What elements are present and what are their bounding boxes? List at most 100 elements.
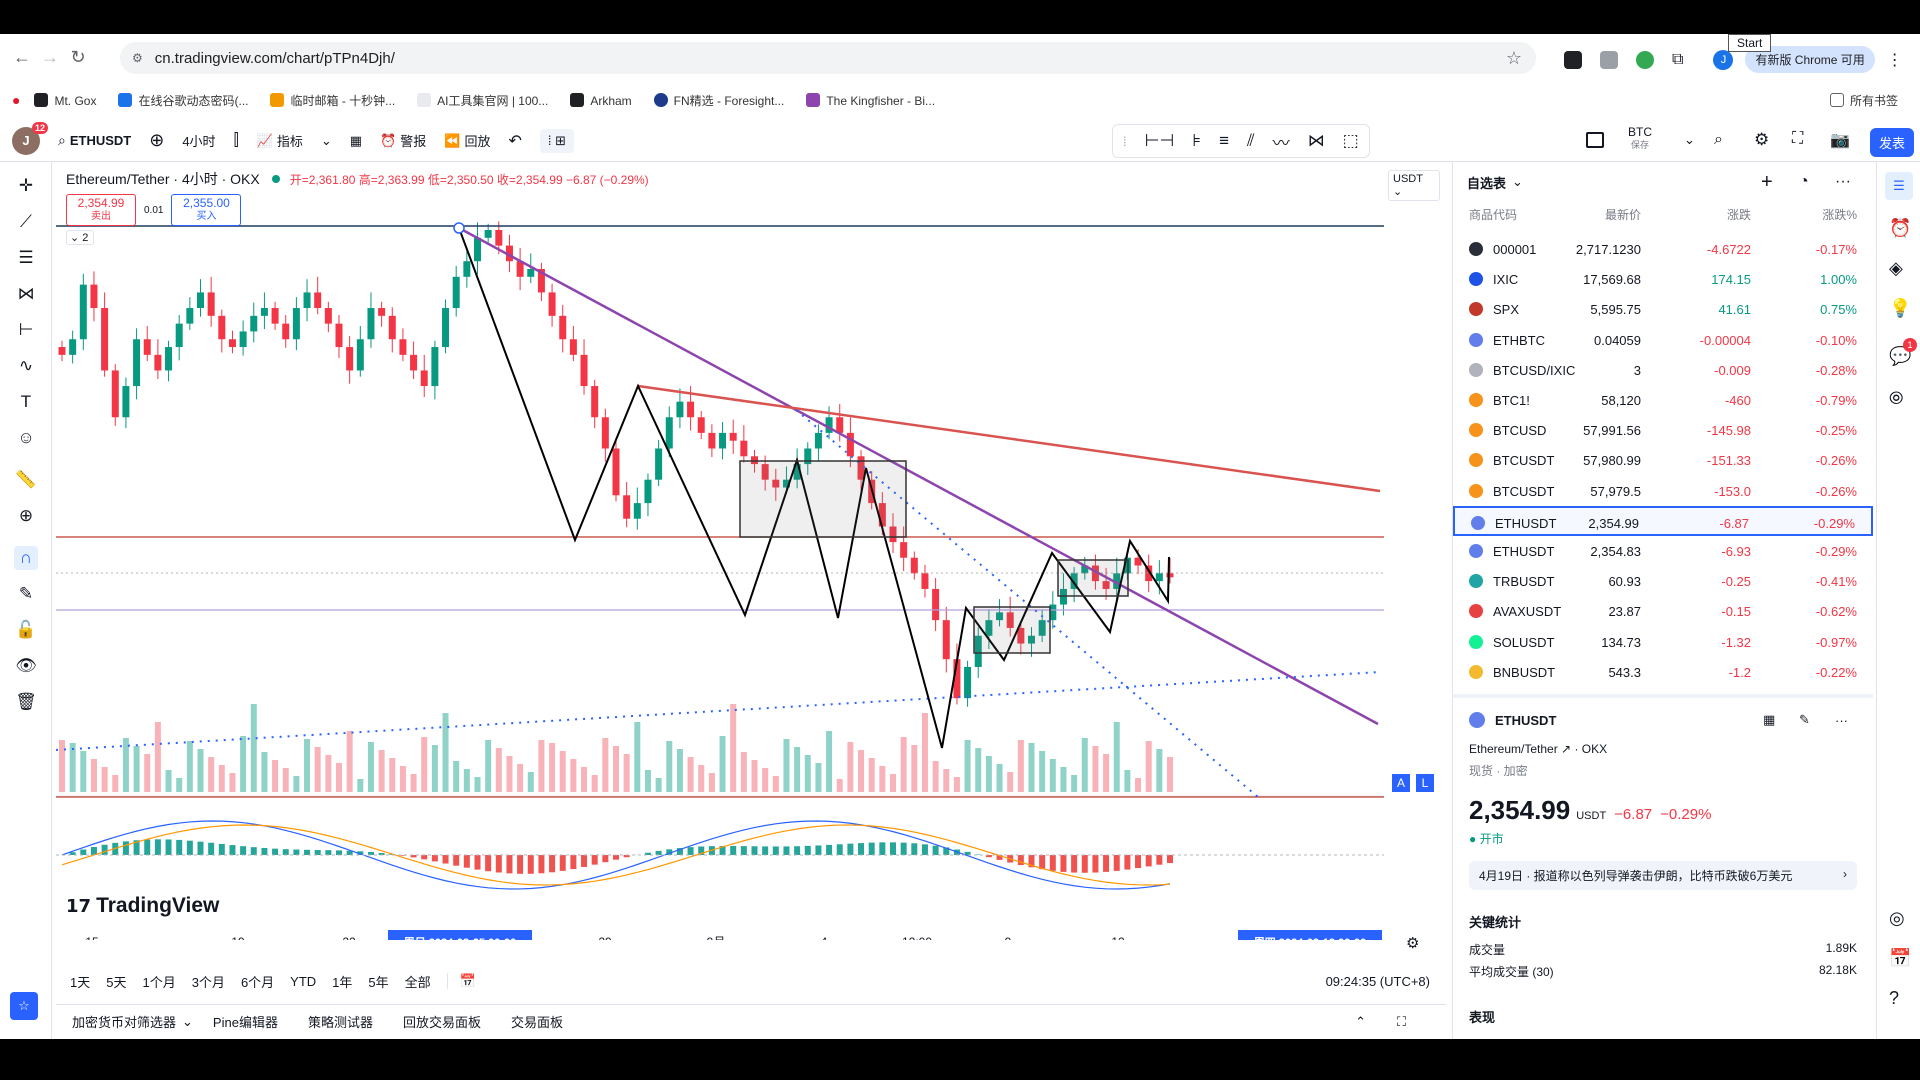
range-1m[interactable]: 1个月 [142, 972, 175, 991]
search-icon[interactable]: ⌕ [58, 132, 66, 149]
pattern-tool-icon[interactable]: ⋈ [1308, 131, 1325, 151]
zoom-in-icon[interactable]: ⊕ [0, 498, 52, 534]
layers-icon[interactable]: ◈ [1889, 258, 1903, 279]
bookmark-item[interactable]: Arkham [570, 92, 632, 108]
chevron-down-icon[interactable]: ⌄ [1512, 174, 1523, 190]
more-icon[interactable]: ··· [1835, 173, 1851, 191]
watchlist-row[interactable]: BNBUSDT 543.3 -1.2 -0.22% [1453, 657, 1873, 687]
elliott-wave-icon[interactable]: 〰 [1273, 129, 1290, 154]
watchlist-row[interactable]: 000001 2,717.1230 -4.6722 -0.17% [1453, 234, 1873, 264]
eye-icon[interactable]: 👁 [0, 648, 52, 684]
scale-mode-l[interactable]: L [1416, 774, 1434, 792]
puzzle-icon[interactable]: ⧉ [1672, 51, 1683, 69]
range-1d[interactable]: 1天 [70, 972, 90, 991]
calendar-icon[interactable]: 📅 [1889, 948, 1911, 969]
collapse-legend-button[interactable]: ⌄ 2 [66, 230, 94, 245]
pattern-icon[interactable]: ⋈ [0, 276, 52, 312]
text-icon[interactable]: T [0, 384, 52, 420]
scale-mode-a[interactable]: A [1392, 774, 1410, 792]
trendline-icon[interactable]: ⟋ [0, 204, 52, 240]
trash-icon[interactable]: 🗑 [0, 684, 52, 720]
watchlist-row[interactable]: AVAXUSDT 23.87 -0.15 -0.62% [1453, 596, 1873, 626]
magnet-icon[interactable]: ∩ [0, 540, 52, 576]
time-settings-icon[interactable]: ⚙ [1406, 934, 1419, 952]
details-symbol[interactable]: ETHUSDT [1495, 713, 1556, 728]
fib-tool-icon[interactable]: ≡ [1219, 131, 1229, 151]
rewind-icon[interactable]: ⏪ [444, 133, 460, 149]
bookmark-item[interactable]: FN精选 - Foresight... [653, 92, 784, 109]
price-chart[interactable]: 2,800.002,720.002,640.002,560.002,510.00… [56, 164, 1384, 940]
watchlist-row[interactable]: BTC1! 58,120 -460 -0.79% [1453, 385, 1873, 415]
quick-search-icon[interactable]: ⌕ [1714, 131, 1723, 149]
range-1y[interactable]: 1年 [332, 972, 352, 991]
idea-bulb-icon[interactable]: 💡 [1889, 298, 1911, 319]
range-5d[interactable]: 5天 [106, 972, 126, 991]
goto-date-icon[interactable]: 📅 [446, 973, 476, 989]
range-6m[interactable]: 6个月 [241, 972, 274, 991]
btc-save-button[interactable]: BTC 保存 [1628, 126, 1652, 152]
range-ytd[interactable]: YTD [290, 974, 316, 989]
tab-replay-trading[interactable]: 回放交易面板 [403, 1012, 481, 1031]
favorites-star-icon[interactable]: ☆ [10, 992, 38, 1020]
settings-icon[interactable]: ⚙ [1754, 130, 1769, 150]
range-3m[interactable]: 3个月 [192, 972, 225, 991]
clock[interactable]: 09:24:35 (UTC+8) [1326, 974, 1430, 989]
profile-avatar[interactable]: J [1713, 49, 1734, 70]
channel-tool-icon[interactable]: ⫽ [1247, 131, 1255, 151]
chevron-down-icon[interactable]: ⌄ [182, 1014, 193, 1030]
watchlist-row[interactable]: BTCUSD 57,991.56 -145.98 -0.25% [1453, 415, 1873, 445]
object-tree-icon[interactable]: ⁞ ⊞ [539, 128, 575, 153]
drag-handle-icon[interactable]: ⁞ [1123, 134, 1127, 149]
back-icon[interactable]: ← [8, 43, 36, 71]
range-5y[interactable]: 5年 [368, 972, 388, 991]
extension-icon[interactable] [1636, 50, 1654, 69]
lock-drawing-icon[interactable]: ✎ [0, 576, 52, 612]
crosshair-icon[interactable]: ✛ [0, 168, 52, 204]
watchlist-chart-icon[interactable]: ◔ [1799, 173, 1809, 191]
alert-button[interactable]: 警报 [400, 131, 426, 150]
bookmark-item[interactable]: 临时邮箱 - 十秒钟... [270, 92, 395, 109]
collapse-up-icon[interactable]: ⌃ [1355, 1014, 1366, 1030]
tab-crypto-screener[interactable]: 加密货币对筛选器 [72, 1012, 176, 1031]
fib-icon[interactable]: ☰ [0, 240, 52, 276]
site-info-icon[interactable]: ⚙ [132, 51, 143, 65]
buy-button[interactable]: 2,355.00 买入 [171, 194, 242, 226]
symbol-search[interactable]: ETHUSDT [70, 133, 131, 148]
fullscreen-icon[interactable]: ⛶ [1792, 130, 1803, 148]
chevron-down-icon[interactable]: ⌄ [1684, 132, 1695, 148]
watchlist-icon[interactable]: ☰ [1885, 172, 1913, 200]
symbol-title[interactable]: Ethereum/Tether · 4小时 · OKX [66, 169, 260, 189]
watchlist-row[interactable]: BTCUSDT 57,980.99 -151.33 -0.26% [1453, 445, 1873, 475]
watchlist-row[interactable]: TRBUSDT 60.93 -0.25 -0.41% [1453, 566, 1873, 596]
bookmark-star-icon[interactable]: ☆ [1506, 48, 1522, 69]
compare-plus-icon[interactable]: ⊕ [149, 130, 164, 151]
publish-button[interactable]: 发表 [1870, 128, 1915, 157]
bookmark-item[interactable]: The Kingfisher - Bi... [806, 92, 935, 108]
tab-pine-editor[interactable]: Pine编辑器 [213, 1012, 278, 1031]
news-banner[interactable]: 4月19日 · 报道称以色列导弹袭击伊朗，比特币跌破6万美元 › [1469, 861, 1857, 890]
candle-style-icon[interactable]: ⫿ [234, 132, 239, 150]
details-name[interactable]: Ethereum/Tether [1469, 742, 1558, 756]
add-symbol-icon[interactable]: + [1761, 171, 1773, 194]
brush-icon[interactable]: ∿ [0, 348, 52, 384]
help-icon[interactable]: ? [1889, 988, 1899, 1009]
address-bar[interactable]: ⚙ cn.tradingview.com/chart/pTPn4Djh/ ☆ [120, 42, 1536, 74]
ruler-icon[interactable]: 📏 [0, 462, 52, 498]
interval-button[interactable]: 4小时 [182, 131, 215, 150]
rectangle-tool-icon[interactable]: ⬚ [1343, 131, 1359, 151]
alarm-icon[interactable]: ⏰ [380, 133, 396, 149]
grid-icon[interactable]: ▦ [1763, 712, 1775, 728]
watchlist-row[interactable]: BTCUSDT 57,979.5 -153.0 -0.26% [1453, 476, 1873, 506]
watchlist-title[interactable]: 自选表 [1467, 173, 1506, 192]
lock-icon[interactable]: 🔓 [0, 612, 52, 648]
replay-button[interactable]: 回放 [464, 131, 490, 150]
price-range-tool-icon[interactable]: ⊧ [1192, 131, 1201, 151]
reload-icon[interactable]: ↻ [64, 43, 92, 71]
extension-icon[interactable] [1564, 50, 1582, 69]
extension-icon[interactable] [1600, 50, 1618, 69]
broadcast-icon[interactable]: ⦾ [1889, 388, 1903, 409]
more-menu-icon[interactable]: ⋮ [1887, 50, 1903, 70]
indicators-button[interactable]: 指标 [277, 131, 303, 150]
watchlist-row[interactable]: ETHUSDT 2,354.99 -6.87 -0.29% [1453, 505, 1873, 536]
weibo-icon[interactable]: ● [12, 92, 20, 108]
